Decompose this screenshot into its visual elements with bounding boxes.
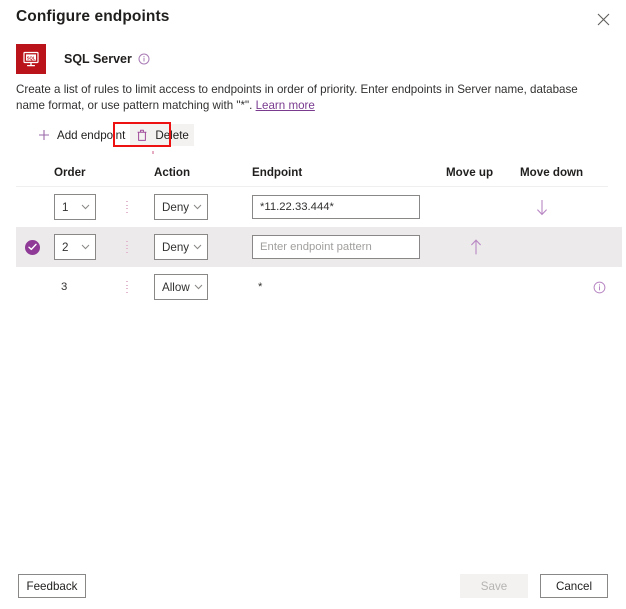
move-down-cell bbox=[512, 267, 572, 307]
row-select-cell bbox=[22, 267, 42, 307]
drag-handle-cell[interactable] bbox=[120, 267, 134, 307]
drag-handle-icon[interactable] bbox=[126, 200, 128, 214]
info-icon[interactable] bbox=[138, 53, 150, 65]
chevron-down-icon bbox=[194, 284, 203, 290]
order-dropdown[interactable]: 1 bbox=[54, 194, 96, 220]
endpoint-input[interactable]: *11.22.33.444* bbox=[252, 195, 420, 219]
endpoint-cell: Enter endpoint pattern bbox=[252, 227, 442, 267]
sql-server-icon: SQL bbox=[16, 44, 46, 74]
endpoint-cell: *11.22.33.444* bbox=[252, 187, 442, 227]
command-bar: Add endpoint Delete bbox=[32, 124, 194, 146]
move-up-cell bbox=[446, 227, 506, 267]
grid-header: Order Action Endpoint Move up Move down bbox=[16, 162, 608, 187]
action-cell: Deny bbox=[154, 227, 234, 267]
column-header-action: Action bbox=[154, 166, 191, 179]
endpoint-input[interactable]: Enter endpoint pattern bbox=[252, 235, 420, 259]
order-value: 1 bbox=[62, 200, 69, 214]
description: Create a list of rules to limit access t… bbox=[16, 82, 608, 114]
save-button: Save bbox=[460, 574, 528, 598]
row-info-cell bbox=[582, 227, 616, 267]
action-cell: Deny bbox=[154, 187, 234, 227]
chevron-down-icon bbox=[193, 244, 202, 250]
move-down-arrow-icon[interactable] bbox=[531, 196, 553, 218]
plus-icon bbox=[37, 129, 51, 141]
chevron-down-icon bbox=[193, 204, 202, 210]
resource-row: SQL SQL Server bbox=[16, 44, 150, 74]
row-select-cell bbox=[22, 187, 42, 227]
row-info-cell bbox=[582, 187, 616, 227]
row-checkbox-checked[interactable] bbox=[24, 239, 40, 255]
move-up-arrow-icon[interactable] bbox=[465, 236, 487, 258]
trash-icon bbox=[135, 129, 149, 142]
move-down-cell bbox=[512, 187, 572, 227]
drag-handle-cell[interactable] bbox=[120, 187, 134, 227]
endpoints-grid: Order Action Endpoint Move up Move down … bbox=[0, 162, 626, 307]
endpoint-cell: * bbox=[252, 267, 442, 307]
column-header-move-down: Move down bbox=[520, 166, 584, 179]
move-down-cell bbox=[512, 227, 572, 267]
order-value: 3 bbox=[61, 281, 68, 293]
row-select-cell[interactable] bbox=[22, 227, 42, 267]
order-dropdown[interactable]: 2 bbox=[54, 234, 96, 260]
chevron-down-icon bbox=[81, 244, 90, 250]
table-row[interactable]: 3 Allow * bbox=[16, 267, 622, 307]
add-endpoint-button[interactable]: Add endpoint bbox=[32, 124, 130, 146]
action-cell: Allow bbox=[154, 267, 234, 307]
drag-handle-cell[interactable] bbox=[120, 227, 134, 267]
row-info-icon[interactable] bbox=[593, 281, 606, 294]
feedback-button[interactable]: Feedback bbox=[18, 574, 86, 598]
delete-label: Delete bbox=[155, 128, 189, 142]
action-value: Deny bbox=[162, 200, 190, 214]
column-header-order: Order bbox=[54, 166, 86, 179]
resource-name: SQL Server bbox=[64, 52, 132, 66]
close-icon[interactable] bbox=[592, 8, 614, 30]
move-up-cell bbox=[446, 187, 506, 227]
action-dropdown[interactable]: Deny bbox=[154, 234, 208, 260]
action-value: Deny bbox=[162, 240, 190, 254]
action-dropdown[interactable]: Deny bbox=[154, 194, 208, 220]
column-header-move-up: Move up bbox=[446, 166, 494, 179]
order-value: 2 bbox=[62, 240, 69, 254]
decorative-dot bbox=[152, 151, 154, 154]
move-up-cell bbox=[446, 267, 506, 307]
order-cell: 2 bbox=[54, 227, 124, 267]
action-value: Allow bbox=[162, 280, 190, 294]
delete-button[interactable]: Delete bbox=[130, 124, 194, 146]
svg-text:SQL: SQL bbox=[27, 55, 36, 60]
table-row[interactable]: 1 Deny *11.22.33.444* bbox=[16, 187, 622, 227]
action-dropdown[interactable]: Allow bbox=[154, 274, 208, 300]
table-row[interactable]: 2 Deny Enter endpoint pattern bbox=[16, 227, 622, 267]
footer: Feedback Save Cancel bbox=[0, 563, 626, 609]
row-info-cell bbox=[582, 267, 616, 307]
add-endpoint-label: Add endpoint bbox=[57, 128, 126, 142]
column-header-endpoint: Endpoint bbox=[252, 166, 303, 179]
cancel-button[interactable]: Cancel bbox=[540, 574, 608, 598]
drag-handle-icon[interactable] bbox=[126, 280, 128, 294]
chevron-down-icon bbox=[81, 204, 90, 210]
order-cell: 3 bbox=[54, 267, 124, 307]
panel-header: Configure endpoints bbox=[0, 0, 626, 38]
endpoint-value: * bbox=[258, 281, 263, 293]
drag-handle-icon[interactable] bbox=[126, 240, 128, 254]
page-title: Configure endpoints bbox=[16, 8, 170, 25]
order-cell: 1 bbox=[54, 187, 124, 227]
learn-more-link[interactable]: Learn more bbox=[256, 99, 315, 112]
